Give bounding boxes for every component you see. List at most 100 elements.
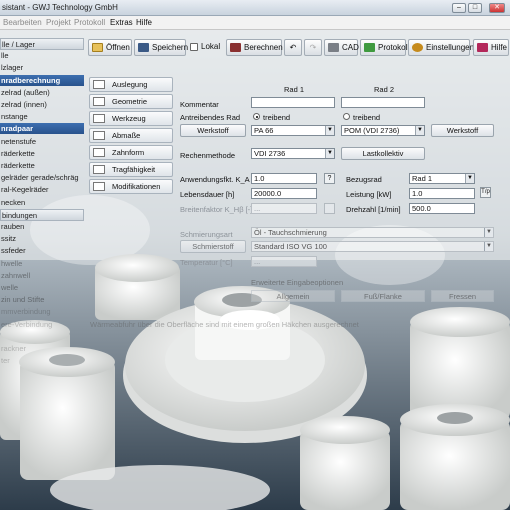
heat-dissipation-note: Wärmeabfuhr über die Oberfläche sind mit…: [90, 320, 359, 329]
sidebar-item[interactable]: räderkette: [0, 148, 84, 159]
gear-icon: [412, 43, 423, 52]
sidebar-item[interactable]: zelrad (außen): [0, 87, 84, 98]
torque-power-toggle[interactable]: T/p: [480, 187, 491, 198]
sidebar-item[interactable]: netenstufe: [0, 136, 84, 147]
close-button[interactable]: ✕: [489, 3, 505, 13]
nav-geometrie[interactable]: Geometrie: [89, 94, 173, 109]
lubricant-button[interactable]: Schmierstoff: [180, 240, 246, 253]
menu-projekt[interactable]: Projekt: [46, 18, 71, 27]
toolbar: Öffnen Speichern Lokal Berechnen ↶ ↷ CAD…: [86, 39, 510, 57]
reference-gear-select[interactable]: Rad 1 ▼: [409, 173, 475, 184]
sidebar-item[interactable]: ere-Verbindung: [0, 319, 84, 330]
service-life-input[interactable]: 20000.0: [251, 188, 317, 199]
comment-label: Kommentar: [180, 100, 219, 109]
sidebar-item[interactable]: lle: [0, 50, 84, 61]
application-factor-input[interactable]: 1.0: [251, 173, 317, 184]
chevron-down-icon: ▼: [325, 149, 334, 158]
menu-bearbeiten[interactable]: Bearbeiten: [3, 18, 42, 27]
sidebar-item[interactable]: hwelle: [0, 258, 84, 269]
settings-button[interactable]: Einstellungen: [408, 39, 474, 56]
temperature-input[interactable]: ...: [251, 256, 317, 267]
minimize-button[interactable]: –: [452, 3, 466, 13]
save-icon: [138, 43, 149, 52]
material-button-rad1[interactable]: Werkstoff: [180, 124, 246, 137]
protocol-button[interactable]: Protokoll: [360, 39, 409, 56]
nav-werkzeug[interactable]: Werkzeug: [89, 111, 173, 126]
sidebar-item[interactable]: necken: [0, 197, 84, 208]
menu-extras[interactable]: Extras: [110, 18, 133, 27]
calculate-button[interactable]: Berechnen: [226, 39, 283, 56]
lubrication-type-select[interactable]: Öl - Tauchschmierung ▼: [251, 227, 494, 238]
material-button-rad2[interactable]: Werkstoff: [431, 124, 494, 137]
sidebar-item[interactable]: rackner: [0, 343, 84, 354]
face-load-factor-input[interactable]: ...: [251, 203, 317, 214]
speed-input[interactable]: 500.0: [409, 203, 475, 214]
driving-radio-rad2[interactable]: [343, 113, 350, 120]
sidebar-item[interactable]: [0, 331, 84, 342]
tab-general[interactable]: Allgemein: [251, 290, 335, 302]
dimensions-icon: [93, 131, 105, 140]
help-button[interactable]: Hilfe: [473, 39, 509, 56]
cad-button[interactable]: CAD: [324, 39, 359, 56]
sidebar-item[interactable]: gelräder gerade/schräg: [0, 172, 84, 183]
save-button[interactable]: Speichern: [134, 39, 188, 56]
face-load-factor-button[interactable]: [324, 203, 335, 214]
sidebar-category[interactable]: lle / Lager: [0, 38, 84, 50]
maximize-button[interactable]: □: [468, 3, 482, 13]
nav-zahnform[interactable]: Zahnform: [89, 145, 173, 160]
sidebar-item[interactable]: rauben: [0, 221, 84, 232]
application-factor-help-button[interactable]: ?: [324, 173, 335, 184]
sidebar-item[interactable]: mmverbindung: [0, 306, 84, 317]
calc-method-select[interactable]: VDI 2736 ▼: [251, 148, 335, 159]
tab-scuffing[interactable]: Fressen: [431, 290, 494, 302]
undo-button[interactable]: ↶: [284, 39, 302, 56]
nav-auslegung[interactable]: Auslegung: [89, 77, 173, 92]
material-select-rad1[interactable]: PA 66 ▼: [251, 125, 335, 136]
sidebar-item[interactable]: zelrad (innen): [0, 99, 84, 110]
nav-tragfähigkeit[interactable]: Tragfähigkeit: [89, 162, 173, 177]
sidebar-category[interactable]: bindungen: [0, 208, 84, 221]
sidebar-item[interactable]: lzlager: [0, 62, 84, 73]
redo-button[interactable]: ↷: [304, 39, 322, 56]
speed-label: Drehzahl [1/min]: [346, 205, 401, 214]
sidebar: lle / Lager lle lzlager nradberechnung zelra…: [0, 38, 84, 388]
power-label: Leistung [kW]: [346, 190, 392, 199]
material-select-rad2[interactable]: POM (VDI 2736) ▼: [341, 125, 425, 136]
sidebar-item[interactable]: ssitz: [0, 233, 84, 244]
sidebar-item[interactable]: ssfeder: [0, 245, 84, 256]
local-checkbox[interactable]: Lokal: [189, 39, 225, 56]
chevron-down-icon: ▼: [484, 228, 493, 237]
extended-options-label: Erweiterte Eingabeoptionen: [251, 278, 344, 287]
sidebar-item[interactable]: nradpaar: [0, 123, 84, 135]
open-button[interactable]: Öffnen: [88, 39, 132, 56]
sidebar-item[interactable]: welle: [0, 282, 84, 293]
checkbox-icon: [190, 43, 198, 51]
chevron-down-icon: ▼: [415, 126, 424, 135]
sidebar-item[interactable]: zin und Stifte: [0, 294, 84, 305]
menu-hilfe[interactable]: Hilfe: [136, 18, 152, 27]
protocol-icon: [364, 43, 375, 52]
sidebar-item[interactable]: zahnwell: [0, 270, 84, 281]
menu-protokoll[interactable]: Protokoll: [74, 18, 105, 27]
tab-root-flank[interactable]: Fuß/Flanke: [341, 290, 425, 302]
driving-radio-rad1[interactable]: [253, 113, 260, 120]
comment-input-rad1[interactable]: [251, 97, 335, 108]
sidebar-item[interactable]: nstange: [0, 111, 84, 122]
comment-input-rad2[interactable]: [341, 97, 425, 108]
cad-icon: [328, 43, 339, 52]
help-book-icon: [477, 43, 488, 52]
nav-abmae[interactable]: Abmaße: [89, 128, 173, 143]
lubricant-select[interactable]: Standard ISO VG 100 ▼: [251, 241, 494, 252]
face-load-factor-label: Breitenfaktor K_Hβ [-]: [180, 205, 253, 214]
title-bar: sistant - GWJ Technology GmbH – □ ✕: [0, 0, 510, 16]
calc-method-label: Rechenmethode: [180, 151, 236, 160]
load-spectrum-button[interactable]: Lastkollektiv: [341, 147, 425, 160]
sidebar-item[interactable]: ral-Kegelräder: [0, 184, 84, 195]
power-input[interactable]: 1.0: [409, 188, 475, 199]
col-header-rad2: Rad 2: [374, 85, 395, 94]
sidebar-item[interactable]: ter: [0, 355, 84, 366]
sidebar-item[interactable]: räderkette: [0, 160, 84, 171]
geometry-icon: [93, 97, 105, 106]
sidebar-item[interactable]: nradberechnung: [0, 74, 84, 86]
nav-modifikationen[interactable]: Modifikationen: [89, 179, 173, 194]
